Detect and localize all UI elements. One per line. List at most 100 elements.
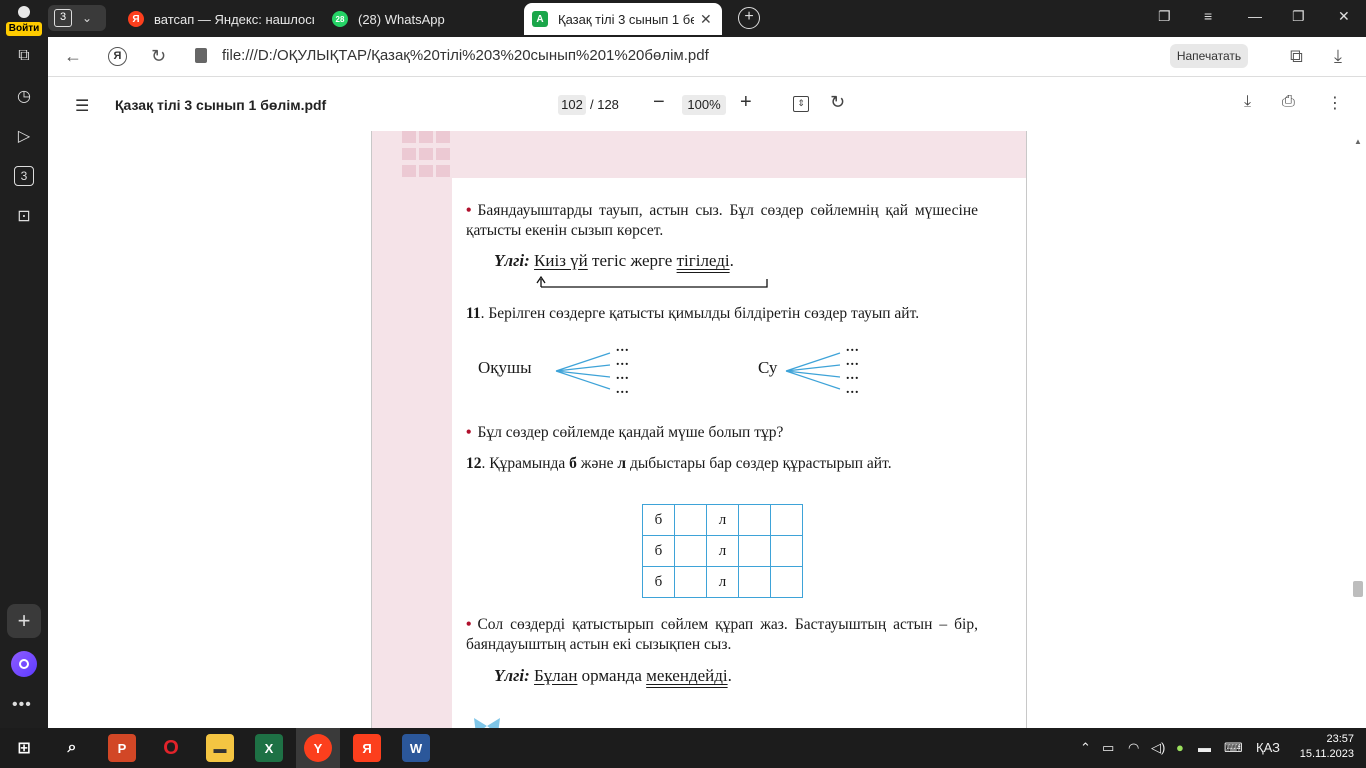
grid-cell (770, 566, 803, 598)
grid-cell: л (706, 535, 739, 567)
battery-icon[interactable]: ▭ (1102, 740, 1114, 756)
scroll-thumb[interactable] (1353, 581, 1363, 597)
url-field[interactable]: file:///D:/ОҚУЛЫҚТАР/Қазақ%20тілі%203%20… (222, 47, 709, 64)
fan-lines-left (555, 352, 611, 390)
tab-count: 3 (54, 9, 72, 27)
yandex-icon[interactable]: Я (353, 734, 381, 762)
grid-cell: б (642, 566, 675, 598)
tab-yandex-search[interactable]: Я ватсап — Яндекс: нашлось (120, 3, 314, 35)
back-icon[interactable]: ← (64, 46, 82, 67)
zoom-in-icon[interactable]: + (740, 91, 752, 114)
pdf-toolbar: ☰ Қазақ тілі 3 сынып 1 бөлім.pdf 102 / 1… (48, 77, 1366, 131)
alice-assistant-icon[interactable] (11, 651, 37, 677)
keyboard-icon[interactable]: ⌨ (1224, 740, 1243, 756)
play-icon[interactable]: ▷ (10, 122, 38, 150)
sample-sentence-2: Үлгі: Бұлан орманда мекендейді. (494, 666, 732, 685)
clock-date: 15.11.2023 (1299, 748, 1354, 760)
search-icon[interactable]: ⌕ (58, 734, 86, 762)
pdf-title: Қазақ тілі 3 сынып 1 бөлім.pdf (115, 97, 327, 113)
signin-label: Войти (6, 22, 42, 36)
volume-icon[interactable]: ◁) (1151, 740, 1165, 756)
windows-start-icon[interactable]: ⊞ (10, 734, 38, 762)
grid-cell: л (706, 566, 739, 598)
sample-sentence-1: Үлгі: Киіз үй тегіс жерге тігіледі. (494, 251, 734, 270)
grid-cell (674, 535, 707, 567)
file-explorer-icon[interactable]: ▬ (206, 734, 234, 762)
grid-cell: б (642, 504, 675, 536)
clock[interactable]: 23:57 15.11.2023 (1298, 732, 1354, 762)
tab-group-button[interactable]: 3 ⌄ (48, 5, 106, 31)
grid-cell (738, 566, 771, 598)
tab-title: Қазақ тілі 3 сынып 1 бө (558, 11, 694, 27)
blank-dots-right: ............ (846, 340, 860, 397)
decorative-bow-icon (474, 718, 500, 728)
zoom-level-input[interactable]: 100% (682, 95, 726, 115)
grid-cell (770, 504, 803, 536)
excel-icon[interactable]: X (255, 734, 283, 762)
word-su: Су (758, 358, 778, 377)
history-icon[interactable]: ◷ (10, 82, 38, 110)
bookmarks-icon[interactable]: ❐ (1158, 8, 1171, 25)
pdf-page: • Баяндауыштарды тауып, астын сыз. Бұл сө… (372, 131, 1026, 728)
task-bullet-a: • Баяндауыштарды тауып, астын сыз. Бұл сө… (466, 202, 978, 239)
hamburger-menu-icon[interactable]: ☰ (75, 96, 89, 116)
grid-cell (738, 504, 771, 536)
tray-chevron-icon[interactable]: ⌃ (1080, 740, 1091, 756)
yandex-browser-icon[interactable]: Y (304, 734, 332, 762)
screenshot-icon[interactable]: ⊡ (10, 202, 38, 230)
tab-whatsapp[interactable]: 28 (28) WhatsApp (324, 3, 518, 35)
yandex-icon: Я (128, 11, 144, 27)
close-window-icon[interactable]: ✕ (1338, 8, 1350, 25)
word-icon[interactable]: W (402, 734, 430, 762)
task-bullet-b: • Сол сөздерді қатыстырып сөйлем құрап жа… (466, 616, 978, 653)
powerpoint-icon[interactable]: P (108, 734, 136, 762)
download-icon[interactable]: ⤓ (1334, 46, 1342, 67)
page-header-band (372, 131, 1026, 178)
decorative-squares (402, 131, 454, 179)
tab-title: ватсап — Яндекс: нашлось (154, 11, 314, 27)
security-icon[interactable]: ● (1176, 740, 1184, 755)
fan-lines-right (785, 352, 841, 390)
close-icon[interactable]: ✕ (700, 11, 712, 28)
question-bullet: • Бұл сөздер сөйлемде қандай мүше болып т… (466, 424, 784, 441)
menu-icon[interactable]: ≡ (1204, 8, 1212, 24)
notification-icon[interactable]: ▬ (1198, 740, 1211, 755)
pdf-more-icon[interactable]: ⋮ (1327, 93, 1343, 113)
task-11: 11. Берілген сөздерге қатысты қимылды бі… (466, 305, 920, 322)
wifi-icon[interactable]: ◠ (1128, 740, 1139, 756)
profile-button[interactable]: Войти (6, 4, 42, 36)
opera-icon[interactable]: O (157, 734, 185, 762)
scroll-up-icon[interactable]: ▲ (1354, 137, 1362, 146)
pdf-download-icon[interactable]: ⤓ (1244, 93, 1251, 111)
reload-icon[interactable]: ↻ (151, 46, 166, 67)
counter-badge-icon[interactable]: 3 (14, 166, 34, 186)
pdf-viewer[interactable]: • Баяндауыштарды тауып, астын сыз. Бұл сө… (48, 131, 1366, 728)
file-icon (195, 48, 207, 63)
print-button[interactable]: Напечатать (1170, 44, 1248, 68)
word-oqushy: Оқушы (478, 358, 532, 377)
tab-title: (28) WhatsApp (358, 11, 445, 27)
extensions-icon[interactable]: ⧉ (1290, 46, 1303, 67)
new-tab-button[interactable]: + (738, 7, 760, 29)
tab-pdf-active[interactable]: A Қазақ тілі 3 сынып 1 бө ✕ (524, 3, 722, 35)
collections-icon[interactable]: ⧉ (10, 42, 38, 70)
rotate-icon[interactable]: ↻ (830, 92, 845, 113)
grid-cell: б (642, 535, 675, 567)
scrollbar[interactable]: ▲ (1352, 137, 1364, 728)
pdf-print-icon[interactable]: ⎙ (1282, 93, 1295, 111)
link-arrow (536, 275, 768, 288)
windows-taskbar: ⊞ ⌕ P O ▬ X Y Я W ⌃ ▭ ◠ ◁) ● ▬ ⌨ ҚАЗ 23:… (0, 728, 1366, 768)
fit-page-icon[interactable]: ⇕ (793, 96, 809, 112)
avatar-icon (18, 6, 30, 18)
add-panel-button[interactable]: + (7, 604, 41, 638)
zoom-out-icon[interactable]: − (653, 91, 665, 114)
chevron-down-icon: ⌄ (82, 11, 93, 25)
yandex-home-icon[interactable]: Я (108, 47, 127, 66)
whatsapp-icon: 28 (332, 11, 348, 27)
page-number-input[interactable]: 102 (558, 95, 586, 115)
restore-icon[interactable]: ❐ (1292, 8, 1305, 25)
more-icon[interactable]: ••• (12, 696, 32, 714)
minimize-icon[interactable]: — (1248, 8, 1262, 24)
language-indicator[interactable]: ҚАЗ (1256, 740, 1280, 755)
grid-cell (738, 535, 771, 567)
